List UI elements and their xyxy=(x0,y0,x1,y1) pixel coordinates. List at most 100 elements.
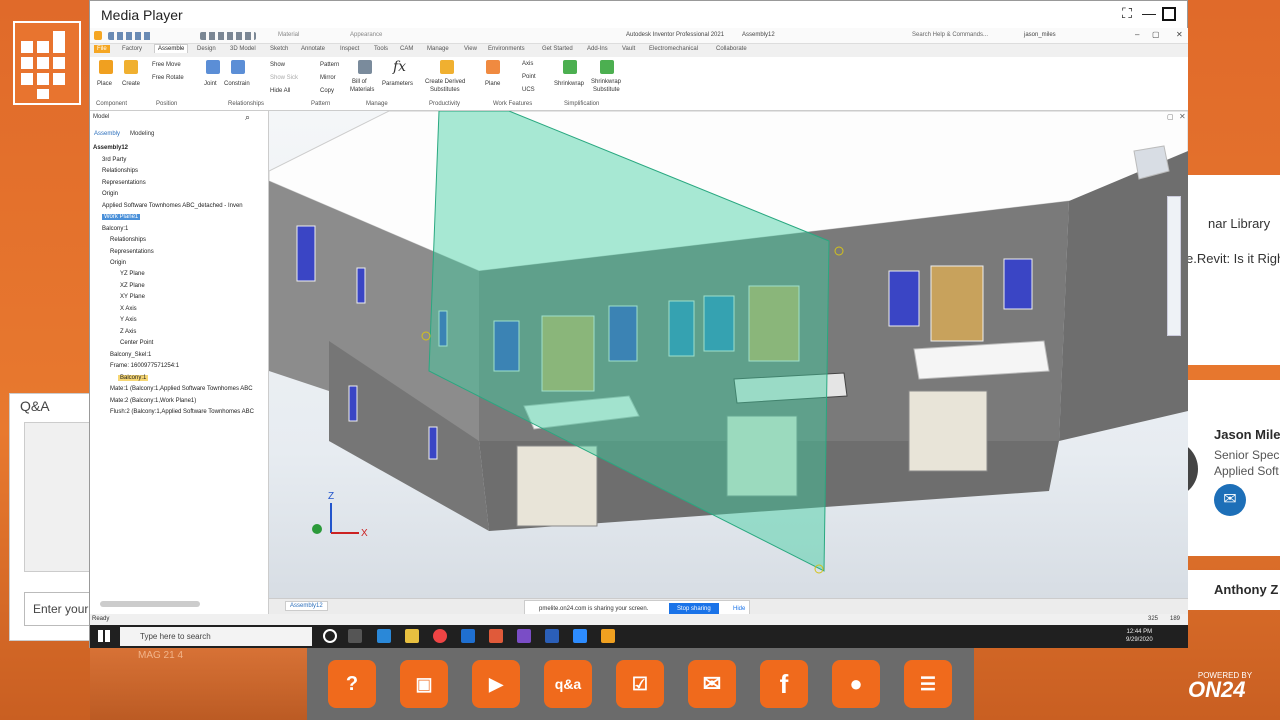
tree-item[interactable]: Applied Software Townhomes ABC_detached … xyxy=(102,203,243,209)
tab-manage[interactable]: Manage xyxy=(427,46,449,52)
constrain-button[interactable]: Constrain xyxy=(224,81,250,87)
tree-item-selected[interactable]: Work Plane1 xyxy=(102,214,141,220)
speaker-email-icon[interactable]: ✉ xyxy=(1214,484,1246,516)
maximize-icon[interactable] xyxy=(1162,7,1176,21)
create-button[interactable]: Create xyxy=(122,81,140,87)
taskbar-search[interactable]: Type here to search xyxy=(120,627,312,646)
tree-item[interactable]: Flush:2 (Balcony:1,Applied Software Town… xyxy=(110,409,254,415)
tree-item[interactable]: Frame: 1600977571254:1 xyxy=(110,363,179,369)
point-button[interactable]: Point xyxy=(522,74,536,80)
zoom-icon[interactable] xyxy=(573,629,587,643)
free-move-button[interactable]: Free Move xyxy=(152,62,181,68)
window-restore-icon[interactable]: ▢ xyxy=(1152,30,1160,39)
tree-item[interactable]: XZ Plane xyxy=(120,283,145,289)
tab-sketch[interactable]: Sketch xyxy=(270,46,288,52)
onenote-icon[interactable] xyxy=(517,629,531,643)
facebook-icon[interactable]: f xyxy=(760,660,808,708)
word-icon[interactable] xyxy=(545,629,559,643)
browser-scrollbar[interactable] xyxy=(100,601,200,607)
tree-item[interactable]: 3rd Party xyxy=(102,157,126,163)
pattern-button[interactable]: Pattern xyxy=(320,62,339,68)
presentation-icon[interactable]: ▣ xyxy=(400,660,448,708)
tab-file[interactable]: File xyxy=(94,45,110,53)
qa-icon[interactable]: q&a xyxy=(544,660,592,708)
tab-annotate[interactable]: Annotate xyxy=(301,46,325,52)
person-icon[interactable]: ● xyxy=(832,660,880,708)
browser-tab-modeling[interactable]: Modeling xyxy=(130,131,154,137)
tree-item[interactable]: Z Axis xyxy=(120,329,136,335)
survey-icon[interactable]: ☑ xyxy=(616,660,664,708)
group-manage[interactable]: Manage xyxy=(366,101,388,107)
hide-share-button[interactable]: Hide xyxy=(733,606,745,612)
window-min-icon[interactable]: – xyxy=(1135,30,1139,39)
show-sick-button[interactable]: Show Sick xyxy=(270,75,298,81)
shrinkwrap-button[interactable]: Shrinkwrap xyxy=(554,81,584,87)
parameters-button[interactable]: Parameters xyxy=(382,81,413,87)
document-icon[interactable]: ☰ xyxy=(904,660,952,708)
tree-item[interactable]: Representations xyxy=(102,180,146,186)
group-position[interactable]: Position xyxy=(156,101,177,107)
tree-item[interactable]: Relationships xyxy=(102,168,138,174)
axis-button[interactable]: Axis xyxy=(522,61,533,67)
place-button[interactable]: Place xyxy=(97,81,112,87)
qa-input[interactable]: Enter your xyxy=(24,592,94,626)
doc-tab-assembly12[interactable]: Assembly12 xyxy=(285,601,328,611)
bom-button[interactable]: Bill of xyxy=(352,79,367,85)
joint-button[interactable]: Joint xyxy=(204,81,217,87)
chrome-icon[interactable] xyxy=(433,629,447,643)
help-search[interactable]: Search Help & Commands... xyxy=(912,32,988,38)
tree-item[interactable]: YZ Plane xyxy=(120,271,145,277)
snagit-icon[interactable] xyxy=(489,629,503,643)
create-derived-button[interactable]: Create Derived xyxy=(425,79,465,85)
outlook-icon[interactable] xyxy=(461,629,475,643)
help-icon[interactable]: ? xyxy=(328,660,376,708)
tab-get-started[interactable]: Get Started xyxy=(542,46,573,52)
bom-button-line2[interactable]: Materials xyxy=(350,87,374,93)
tab-3d-model[interactable]: 3D Model xyxy=(230,46,256,52)
navigation-bar[interactable] xyxy=(1167,196,1181,336)
browser-tab-model[interactable]: Model xyxy=(93,114,109,120)
plane-button[interactable]: Plane xyxy=(485,81,500,87)
tab-add-ins[interactable]: Add-Ins xyxy=(587,46,608,52)
free-rotate-button[interactable]: Free Rotate xyxy=(152,75,184,81)
material-dropdown[interactable]: Material xyxy=(278,32,299,38)
tree-item-root[interactable]: Assembly12 xyxy=(93,145,128,151)
browser-search-icon[interactable]: ⌕ xyxy=(245,112,250,123)
shrinkwrap-substitute-button-line2[interactable]: Substitute xyxy=(593,87,620,93)
edge-icon[interactable] xyxy=(377,629,391,643)
inventor-taskbar-icon[interactable] xyxy=(601,629,615,643)
qat-undo-icon[interactable] xyxy=(200,32,256,40)
viewport-restore-icon[interactable]: ▢ xyxy=(1167,113,1174,121)
group-simplification[interactable]: Simplification xyxy=(564,101,599,107)
tab-electromechanical[interactable]: Electromechanical xyxy=(649,46,698,52)
tree-item[interactable]: Center Point xyxy=(120,340,153,346)
tab-collaborate[interactable]: Collaborate xyxy=(716,46,747,52)
tree-item-highlighted[interactable]: Balcony:1 xyxy=(118,375,149,381)
tree-item[interactable]: X Axis xyxy=(120,306,137,312)
group-relationships[interactable]: Relationships xyxy=(228,101,264,107)
tab-vault[interactable]: Vault xyxy=(622,46,635,52)
qat-tools-icon[interactable] xyxy=(108,32,152,40)
browser-tab-assembly[interactable]: Assembly xyxy=(94,131,120,137)
window-close-icon[interactable]: ✕ xyxy=(1176,30,1183,39)
tree-item[interactable]: Balcony:1 xyxy=(102,226,128,232)
tab-design[interactable]: Design xyxy=(197,46,216,52)
tree-item[interactable]: Y Axis xyxy=(120,317,137,323)
show-button[interactable]: Show xyxy=(270,62,285,68)
tree-item[interactable]: Balcony_Skel:1 xyxy=(110,352,151,358)
tab-tools[interactable]: Tools xyxy=(374,46,388,52)
ucs-button[interactable]: UCS xyxy=(522,87,535,93)
file-explorer-icon[interactable] xyxy=(405,629,419,643)
windows-start-icon[interactable] xyxy=(98,630,110,642)
tree-item[interactable]: Mate:2 (Balcony:1,Work Plane1) xyxy=(110,398,196,404)
appearance-dropdown[interactable]: Appearance xyxy=(350,32,382,38)
fullscreen-icon[interactable]: ⛶ xyxy=(1118,5,1136,23)
tree-item[interactable]: Relationships xyxy=(110,237,146,243)
group-pattern[interactable]: Pattern xyxy=(311,101,330,107)
library-link[interactable]: nar Library xyxy=(1208,216,1270,231)
minimize-icon[interactable]: — xyxy=(1140,5,1158,23)
3d-viewport[interactable]: Z X ▢ ✕ xyxy=(269,111,1188,598)
mirror-button[interactable]: Mirror xyxy=(320,75,336,81)
tab-inspect[interactable]: Inspect xyxy=(340,46,359,52)
email-icon[interactable]: ✉ xyxy=(688,660,736,708)
